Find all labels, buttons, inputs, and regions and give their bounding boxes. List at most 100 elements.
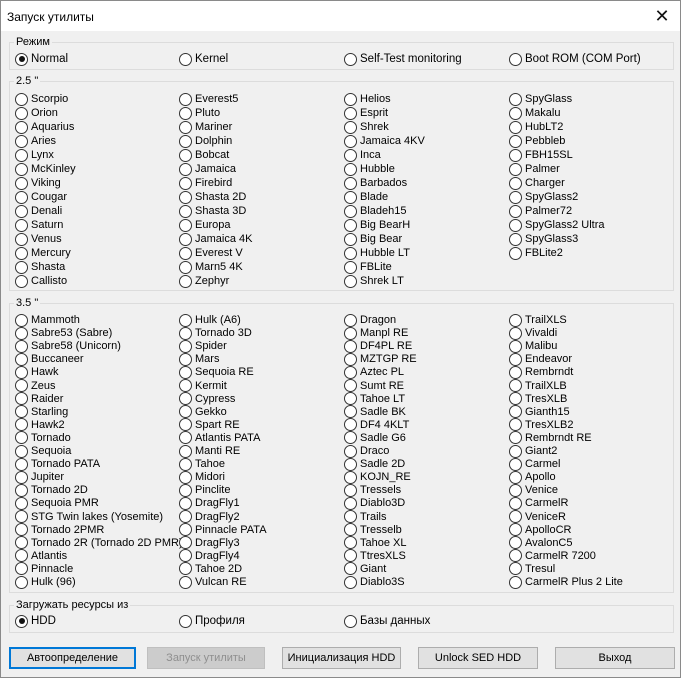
drive-3-5-radio[interactable]: Tornado 2PMR: [15, 523, 104, 537]
drive-3-5-radio[interactable]: Vivaldi: [509, 326, 557, 340]
drive-2-5-radio[interactable]: Shasta 3D: [179, 204, 246, 218]
drive-3-5-radio[interactable]: Hulk (96): [15, 575, 76, 589]
radio-indicator[interactable]: [344, 176, 357, 190]
drive-3-5-radio[interactable]: Carmel: [509, 457, 560, 471]
radio-indicator[interactable]: [344, 218, 357, 232]
drive-2-5-radio[interactable]: Hubble LT: [344, 246, 410, 260]
drive-3-5-radio[interactable]: Tornado 2D: [15, 483, 88, 497]
drive-2-5-radio[interactable]: Jamaica: [179, 162, 236, 176]
radio-indicator[interactable]: [15, 106, 28, 120]
radio-indicator[interactable]: [179, 326, 192, 340]
radio-indicator[interactable]: [179, 575, 192, 589]
radio-indicator[interactable]: [509, 313, 522, 327]
radio-indicator[interactable]: [344, 339, 357, 353]
drive-3-5-radio[interactable]: Midori: [179, 470, 225, 484]
drive-3-5-radio[interactable]: DragFly2: [179, 510, 240, 524]
drive-3-5-radio[interactable]: Sabre53 (Sabre): [15, 326, 112, 340]
radio-indicator[interactable]: [344, 190, 357, 204]
radio-indicator[interactable]: [509, 496, 522, 510]
drive-3-5-radio[interactable]: Trails: [344, 510, 386, 524]
radio-indicator[interactable]: [15, 444, 28, 458]
drive-3-5-radio[interactable]: Tornado 2R (Tornado 2D PMR): [15, 536, 183, 550]
drive-3-5-radio[interactable]: TtresXLS: [344, 549, 406, 563]
mode-radio[interactable]: Self-Test monitoring: [344, 52, 462, 66]
radio-indicator[interactable]: [344, 313, 357, 327]
radio-indicator[interactable]: [15, 204, 28, 218]
radio-indicator[interactable]: [179, 313, 192, 327]
radio-indicator[interactable]: [179, 92, 192, 106]
drive-3-5-radio[interactable]: Tahoe 2D: [179, 562, 242, 576]
drive-3-5-radio[interactable]: Pinnacle PATA: [179, 523, 267, 537]
radio-indicator[interactable]: [509, 352, 522, 366]
drive-3-5-radio[interactable]: Dragon: [344, 313, 396, 327]
drive-2-5-radio[interactable]: Saturn: [15, 218, 63, 232]
radio-indicator[interactable]: [15, 176, 28, 190]
radio-indicator[interactable]: [179, 260, 192, 274]
radio-indicator[interactable]: [15, 418, 28, 432]
radio-indicator[interactable]: [344, 120, 357, 134]
drive-2-5-radio[interactable]: Everest5: [179, 92, 238, 106]
radio-indicator[interactable]: [509, 134, 522, 148]
close-icon[interactable]: ✕: [644, 1, 680, 31]
radio-indicator[interactable]: [509, 405, 522, 419]
radio-indicator[interactable]: [15, 92, 28, 106]
radio-indicator[interactable]: [344, 162, 357, 176]
radio-indicator[interactable]: [179, 176, 192, 190]
drive-2-5-radio[interactable]: Aquarius: [15, 120, 74, 134]
radio-indicator[interactable]: [509, 431, 522, 445]
drive-2-5-radio[interactable]: SpyGlass: [509, 92, 572, 106]
resources-radio[interactable]: Профиля: [179, 614, 245, 628]
drive-3-5-radio[interactable]: Spart RE: [179, 418, 240, 432]
radio-indicator[interactable]: [179, 418, 192, 432]
drive-2-5-radio[interactable]: Hubble: [344, 162, 395, 176]
radio-indicator[interactable]: [179, 148, 192, 162]
drive-3-5-radio[interactable]: Tornado PATA: [15, 457, 100, 471]
drive-2-5-radio[interactable]: McKinley: [15, 162, 76, 176]
drive-3-5-radio[interactable]: CarmelR Plus 2 Lite: [509, 575, 623, 589]
radio-indicator[interactable]: [509, 92, 522, 106]
radio-indicator[interactable]: [15, 392, 28, 406]
drive-2-5-radio[interactable]: Shrek LT: [344, 274, 404, 288]
radio-indicator[interactable]: [344, 457, 357, 471]
drive-3-5-radio[interactable]: TresXLB2: [509, 418, 574, 432]
radio-indicator[interactable]: [344, 379, 357, 392]
drive-3-5-radio[interactable]: Tornado 3D: [179, 326, 252, 340]
radio-indicator[interactable]: [179, 614, 192, 628]
drive-2-5-radio[interactable]: Inca: [344, 148, 381, 162]
resources-radio[interactable]: Базы данных: [344, 614, 430, 628]
radio-indicator[interactable]: [509, 562, 522, 576]
drive-2-5-radio[interactable]: Marn5 4K: [179, 260, 243, 274]
drive-3-5-radio[interactable]: VeniceR: [509, 510, 566, 524]
drive-3-5-radio[interactable]: TrailXLB: [509, 379, 567, 393]
radio-indicator[interactable]: [509, 162, 522, 176]
radio-indicator[interactable]: [179, 274, 192, 288]
radio-indicator[interactable]: [344, 106, 357, 120]
drive-3-5-radio[interactable]: Sequoia RE: [179, 365, 254, 379]
radio-indicator[interactable]: [344, 352, 357, 366]
drive-3-5-radio[interactable]: Tahoe: [179, 457, 225, 471]
radio-indicator[interactable]: [344, 549, 357, 563]
radio-indicator[interactable]: [179, 379, 192, 392]
radio-indicator[interactable]: [344, 326, 357, 340]
radio-indicator[interactable]: [179, 162, 192, 176]
radio-indicator[interactable]: [179, 496, 192, 510]
radio-indicator[interactable]: [509, 418, 522, 432]
radio-indicator[interactable]: [509, 339, 522, 353]
drive-3-5-radio[interactable]: Starling: [15, 405, 68, 419]
drive-2-5-radio[interactable]: HubLT2: [509, 120, 563, 134]
radio-indicator[interactable]: [344, 148, 357, 162]
radio-indicator[interactable]: [344, 134, 357, 148]
radio-indicator[interactable]: [15, 162, 28, 176]
radio-indicator[interactable]: [15, 379, 28, 392]
radio-indicator[interactable]: [15, 246, 28, 260]
drive-3-5-radio[interactable]: AvalonC5: [509, 536, 573, 550]
drive-2-5-radio[interactable]: FBLite2: [509, 246, 563, 260]
drive-2-5-radio[interactable]: Scorpio: [15, 92, 68, 106]
radio-indicator[interactable]: [509, 510, 522, 523]
drive-3-5-radio[interactable]: KOJN_RE: [344, 470, 411, 484]
radio-indicator[interactable]: [509, 326, 522, 340]
radio-indicator[interactable]: [509, 52, 522, 66]
radio-indicator[interactable]: [344, 405, 357, 419]
drive-3-5-radio[interactable]: Manpl RE: [344, 326, 408, 340]
radio-indicator[interactable]: [15, 148, 28, 162]
